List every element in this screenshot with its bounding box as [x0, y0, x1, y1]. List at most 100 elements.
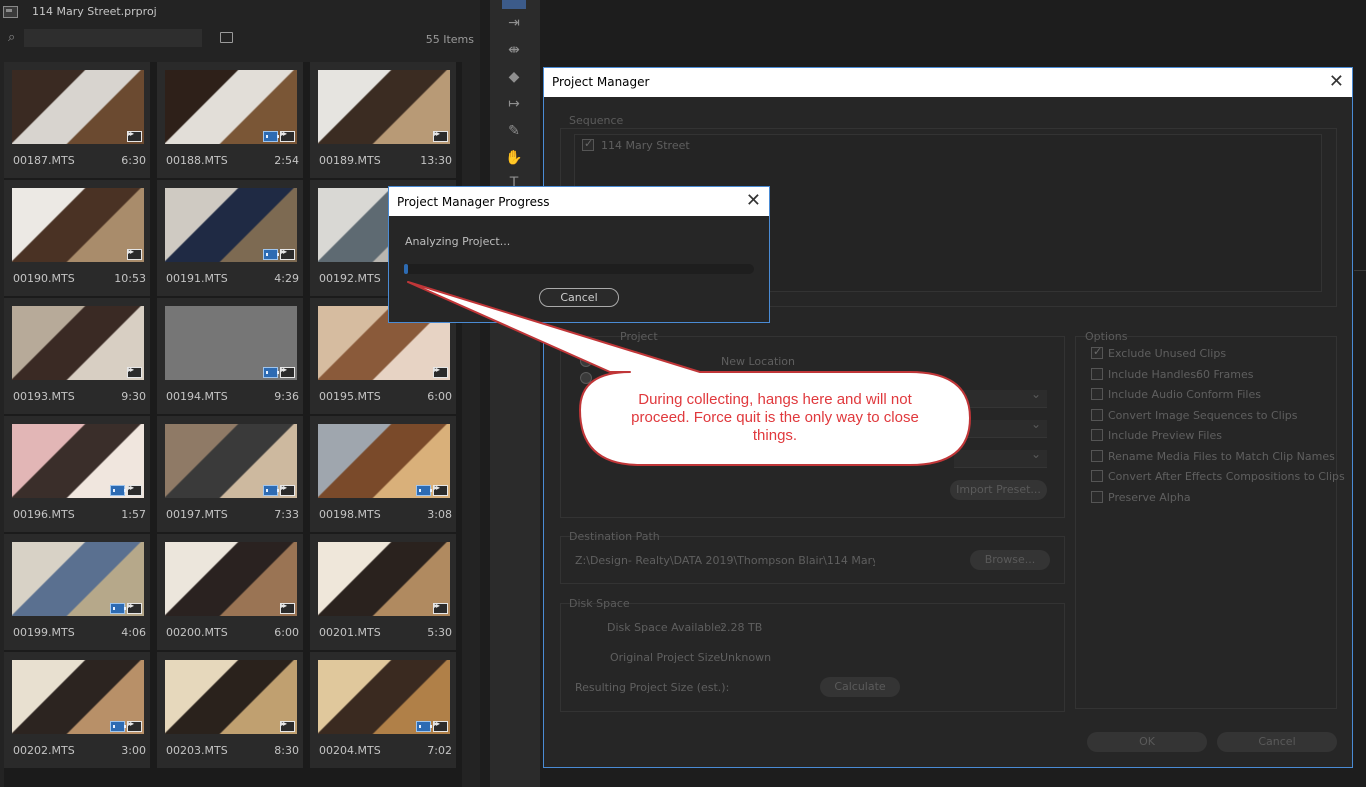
option-checkbox[interactable] [1091, 408, 1103, 421]
track-select-tool-icon[interactable]: ⇥ [503, 14, 525, 32]
clip-duration: 3:00 [121, 744, 146, 757]
clip-item[interactable]: 00203.MTS 8:30 [157, 652, 303, 768]
search-input[interactable] [24, 29, 202, 47]
callout-text: During collecting, hangs here and will n… [631, 391, 919, 444]
audio-track-icon [280, 601, 295, 614]
option-checkbox[interactable] [1091, 367, 1103, 380]
collect-files-label: Co [596, 355, 611, 368]
clip-item[interactable]: 00202.MTS 3:00 [4, 652, 150, 768]
clip-duration: 6:30 [121, 154, 146, 167]
option-label: Convert After Effects Compositions to Cl… [1108, 470, 1345, 483]
sequence-checkbox[interactable] [582, 137, 594, 151]
audio-track-icon [127, 719, 142, 732]
audio-track-icon [433, 601, 448, 614]
progress-status: Analyzing Project... [405, 235, 511, 248]
clip-badges [416, 719, 448, 732]
clip-thumbnail [12, 70, 144, 144]
project-manager-titlebar: Project Manager ✕ [544, 68, 1352, 97]
clip-item[interactable]: 00188.MTS 2:54 [157, 62, 303, 178]
close-icon[interactable]: ✕ [1329, 71, 1344, 92]
clip-item[interactable]: 00198.MTS 3:08 [310, 416, 456, 532]
audio-track-icon [433, 129, 448, 142]
clip-badges [433, 129, 448, 142]
calculate-button[interactable]: Calculate [820, 677, 900, 697]
import-preset-button[interactable]: Import Preset... [950, 480, 1047, 500]
consolidate-radio[interactable] [580, 372, 592, 384]
format-dropdown[interactable] [954, 387, 1047, 408]
clip-item[interactable]: 00204.MTS 7:02 [310, 652, 456, 768]
ripple-edit-tool-icon[interactable]: ⇼ [503, 41, 525, 59]
clip-duration: 2:54 [274, 154, 299, 167]
collect-files-radio[interactable] [580, 355, 592, 367]
clip-duration: 6:00 [427, 390, 452, 403]
project-panel-header: 114 Mary Street.prproj [0, 0, 480, 26]
razor-tool-icon[interactable]: ◆ [503, 68, 525, 86]
option-label: Preserve Alpha [1108, 490, 1191, 504]
new-location-label: New Location [721, 355, 796, 368]
progress-cancel-button[interactable]: Cancel [539, 288, 619, 307]
project-manager-title: Project Manager [552, 75, 650, 89]
clip-badges [433, 365, 448, 378]
progress-bar-fill [404, 264, 408, 274]
clip-item[interactable]: 00199.MTS 4:06 [4, 534, 150, 650]
clip-name: 00202.MTS [13, 744, 75, 757]
clip-name: 00203.MTS [166, 744, 228, 757]
audio-track-icon [433, 365, 448, 378]
clip-thumbnail [318, 70, 450, 144]
hand-tool-icon[interactable]: ✋ [503, 149, 525, 167]
video-track-icon [263, 249, 279, 260]
clip-item[interactable]: 00187.MTS 6:30 [4, 62, 150, 178]
option-checkbox[interactable] [1091, 388, 1103, 400]
clip-item[interactable]: 00200.MTS 6:00 [157, 534, 303, 650]
slip-tool-icon[interactable]: ↦ [503, 95, 525, 113]
clip-item[interactable]: 00189.MTS 13:30 [310, 62, 456, 178]
clip-name: 00195.MTS [319, 390, 381, 403]
clip-duration: 10:53 [114, 272, 146, 285]
audio-track-icon [127, 483, 142, 496]
clip-badges [280, 719, 295, 732]
audio-track-icon [127, 365, 142, 378]
codec-dropdown[interactable] [954, 447, 1047, 468]
option-label: Rename Media Files to Match Clip Names [1108, 449, 1335, 463]
clip-name: 00204.MTS [319, 744, 381, 757]
disk-available-value: 2.28 TB [720, 621, 763, 634]
clip-item[interactable]: 00196.MTS 1:57 [4, 416, 150, 532]
option-checkbox[interactable] [1091, 490, 1103, 503]
clip-badges [127, 247, 142, 260]
audio-track-icon [433, 719, 448, 732]
video-track-icon [263, 367, 279, 378]
audio-track-icon [280, 129, 295, 142]
clip-item[interactable]: 00194.MTS 9:36 [157, 298, 303, 414]
browse-button[interactable]: Browse... [970, 550, 1050, 570]
clip-thumbnail [165, 70, 297, 144]
clip-item[interactable]: 00193.MTS 9:30 [4, 298, 150, 414]
video-track-icon [416, 485, 432, 496]
clip-item[interactable]: 00191.MTS 4:29 [157, 180, 303, 296]
disk-available-label: Disk Space Available: [607, 621, 725, 634]
clip-duration: 13:30 [420, 154, 452, 167]
cancel-button[interactable]: Cancel [1217, 732, 1337, 752]
option-checkbox[interactable] [1091, 449, 1103, 462]
ok-button[interactable]: OK [1087, 732, 1207, 752]
project-title: 114 Mary Street.prproj [32, 5, 157, 18]
clip-item[interactable]: 00201.MTS 5:30 [310, 534, 456, 650]
original-size-label: Original Project Size: [610, 651, 724, 664]
option-checkbox[interactable] [1091, 470, 1103, 482]
clip-badges [110, 483, 142, 496]
clip-item[interactable]: 00190.MTS 10:53 [4, 180, 150, 296]
clip-thumbnail [165, 424, 297, 498]
preset-dropdown[interactable] [954, 417, 1047, 438]
option-checkbox[interactable] [1091, 429, 1103, 441]
new-search-bin-icon[interactable] [220, 32, 233, 43]
close-icon[interactable]: ✕ [746, 190, 761, 211]
options-label: Options [1085, 330, 1128, 343]
clip-name: 00201.MTS [319, 626, 381, 639]
item-count: 55 Items [425, 33, 474, 46]
search-icon[interactable]: ⌕ [8, 30, 15, 45]
clip-name: 00189.MTS [319, 154, 381, 167]
option-checkbox[interactable] [1091, 345, 1103, 359]
pen-tool-icon[interactable]: ✎ [503, 122, 525, 140]
selection-tool[interactable] [502, 0, 526, 9]
clip-item[interactable]: 00197.MTS 7:33 [157, 416, 303, 532]
handles-value[interactable]: 60 Frames [1196, 368, 1254, 381]
